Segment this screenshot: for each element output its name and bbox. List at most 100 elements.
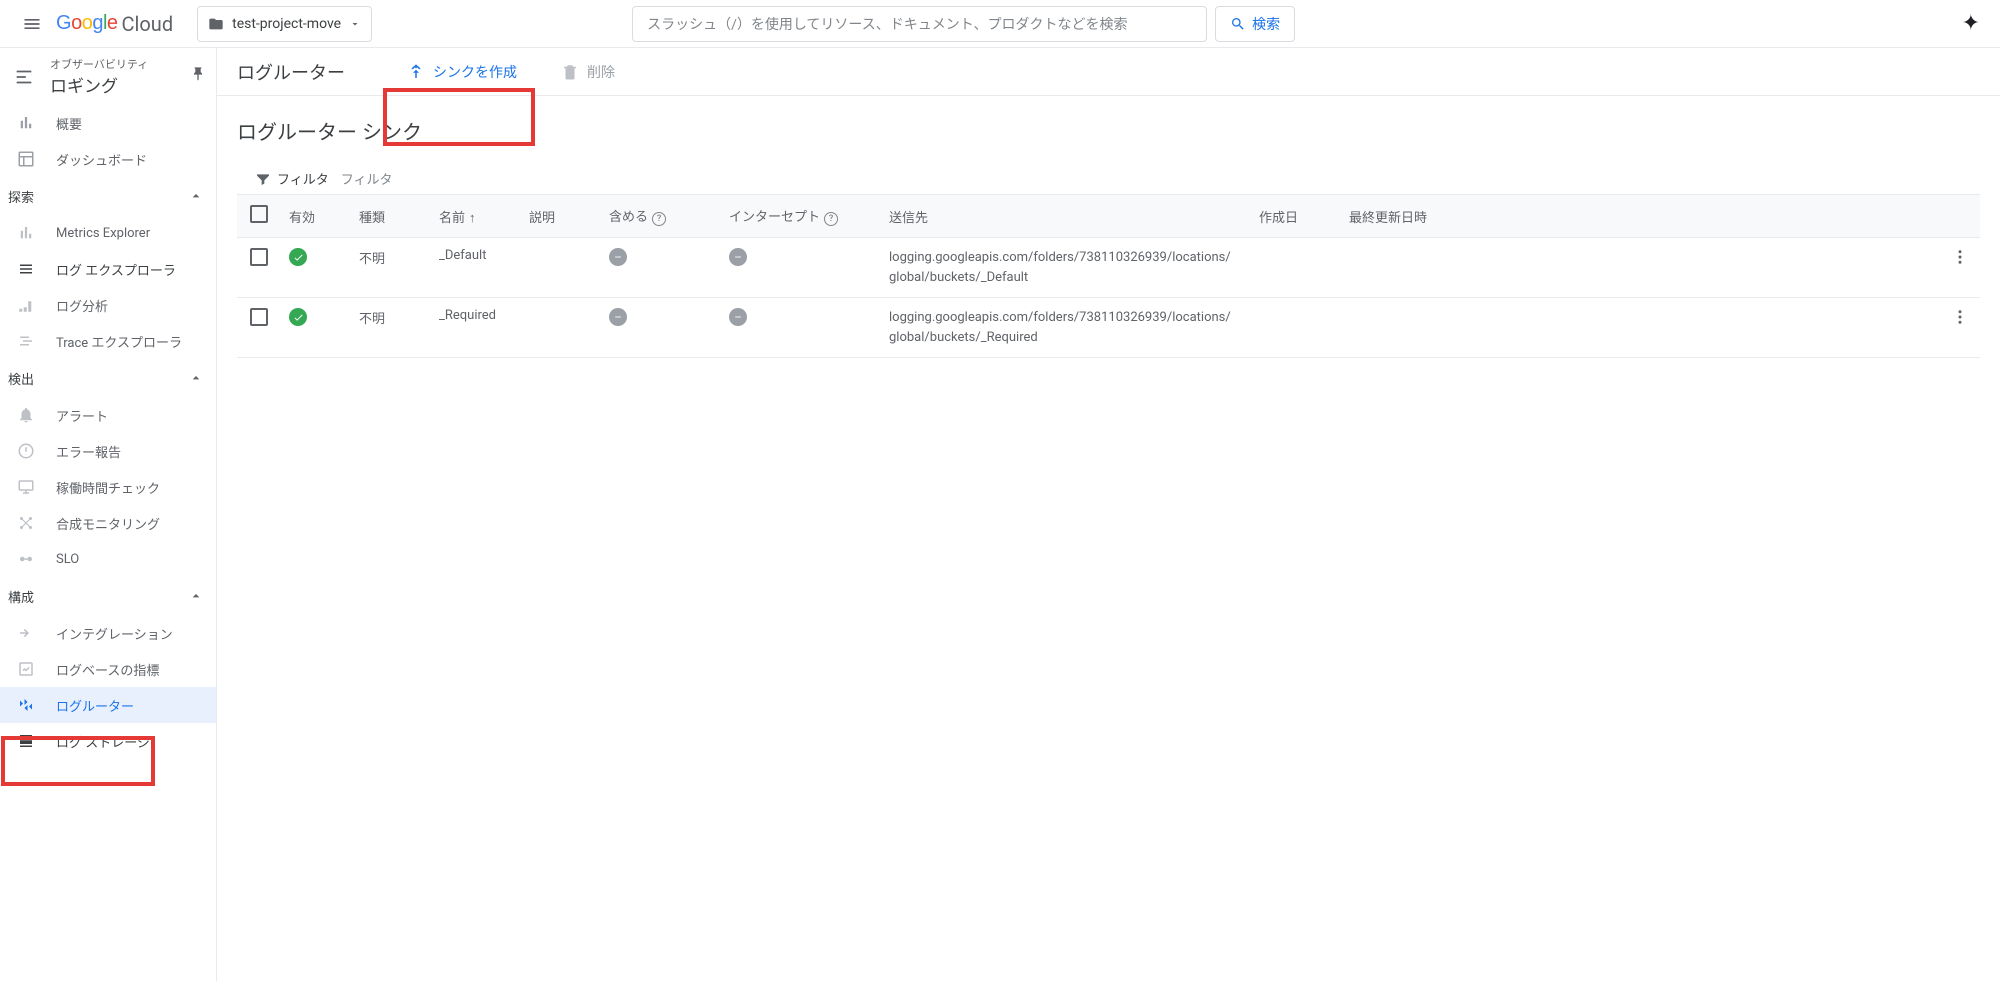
sidebar-item-uptime[interactable]: 稼働時間チェック — [0, 469, 216, 505]
col-type[interactable]: 種類 — [351, 195, 431, 238]
table-row: 不明 _Required logging.googleapis.com/fold… — [237, 298, 1980, 358]
page-title: ログルーター — [237, 59, 345, 85]
sidebar-item-label: 概要 — [56, 114, 82, 133]
help-icon[interactable]: ? — [824, 212, 838, 226]
cell-destination: logging.googleapis.com/folders/738110326… — [881, 298, 1251, 358]
filter-icon-label: フィルタ — [255, 169, 329, 188]
sidebar-item-label: エラー報告 — [56, 442, 121, 461]
sidebar-item-label: ログ分析 — [56, 296, 108, 315]
sidebar: オブザーバビリティ ロギング 概要 ダッシュボード 探索 Metrics Exp… — [0, 48, 217, 981]
col-created[interactable]: 作成日 — [1251, 195, 1341, 238]
monitor-icon — [16, 477, 36, 497]
cell-type: 不明 — [351, 298, 431, 358]
gemini-icon[interactable]: ✦ — [1962, 11, 1980, 36]
router-icon — [16, 695, 36, 715]
sidebar-header: オブザーバビリティ ロギング — [0, 48, 216, 105]
sidebar-group-explore[interactable]: 探索 — [0, 177, 216, 215]
sidebar-item-error-reporting[interactable]: エラー報告 — [0, 433, 216, 469]
cell-destination: logging.googleapis.com/folders/738110326… — [881, 238, 1251, 298]
delete-label: 削除 — [587, 62, 615, 82]
sidebar-item-label: Trace エクスプローラ — [56, 332, 182, 351]
sidebar-item-slo[interactable]: SLO — [0, 541, 216, 577]
sidebar-item-dashboard[interactable]: ダッシュボード — [0, 141, 216, 177]
table-row: 不明 _Default logging.googleapis.com/folde… — [237, 238, 1980, 298]
sidebar-item-label: SLO — [56, 552, 79, 567]
col-updated[interactable]: 最終更新日時 — [1341, 195, 1940, 238]
sidebar-item-label: ログルーター — [56, 696, 134, 715]
create-sink-button[interactable]: シンクを作成 — [397, 56, 527, 88]
sidebar-item-label: インテグレーション — [56, 624, 173, 643]
sidebar-item-logs-explorer[interactable]: ログ エクスプローラ — [0, 251, 216, 287]
search-button-label: 検索 — [1252, 14, 1280, 34]
sidebar-group-detect[interactable]: 検出 — [0, 359, 216, 397]
col-description[interactable]: 説明 — [521, 195, 601, 238]
pin-button[interactable] — [190, 66, 206, 86]
col-enabled[interactable]: 有効 — [281, 195, 351, 238]
sidebar-item-label: ログベースの指標 — [56, 660, 159, 679]
cell-type: 不明 — [351, 238, 431, 298]
delete-button: 削除 — [551, 56, 625, 88]
sidebar-item-label: 合成モニタリング — [56, 514, 160, 533]
sidebar-item-label: 稼働時間チェック — [56, 478, 160, 497]
help-icon[interactable]: ? — [652, 212, 666, 226]
dash-circle-icon — [609, 308, 627, 326]
select-all-checkbox[interactable] — [250, 205, 268, 223]
error-icon — [16, 441, 36, 461]
row-checkbox[interactable] — [250, 248, 268, 266]
sidebar-item-metrics-explorer[interactable]: Metrics Explorer — [0, 215, 216, 251]
slo-icon — [16, 549, 36, 569]
cell-name: _Required — [431, 298, 521, 358]
metrics-icon — [16, 659, 36, 679]
row-checkbox[interactable] — [250, 308, 268, 326]
sidebar-item-log-storage[interactable]: ログ ストレージ — [0, 723, 216, 759]
check-circle-icon — [289, 248, 307, 266]
check-circle-icon — [289, 308, 307, 326]
list-icon — [16, 259, 36, 279]
filter-bar[interactable]: フィルタ フィルタ — [237, 163, 1980, 195]
top-header: Google Cloud test-project-move スラッシュ（/）を… — [0, 0, 2000, 48]
sort-arrow-icon: ↑ — [469, 211, 476, 226]
filter-placeholder: フィルタ — [341, 169, 393, 188]
sidebar-item-trace-explorer[interactable]: Trace エクスプローラ — [0, 323, 216, 359]
sidebar-item-log-analytics[interactable]: ログ分析 — [0, 287, 216, 323]
dash-circle-icon — [729, 248, 747, 266]
sidebar-group-configure[interactable]: 構成 — [0, 577, 216, 615]
sidebar-item-overview[interactable]: 概要 — [0, 105, 216, 141]
sidebar-title: ロギング — [50, 72, 148, 97]
google-cloud-logo[interactable]: Google Cloud — [56, 12, 173, 36]
col-name[interactable]: 名前↑ — [431, 195, 521, 238]
hamburger-menu-button[interactable] — [8, 0, 56, 48]
sidebar-item-alerts[interactable]: アラート — [0, 397, 216, 433]
dash-circle-icon — [609, 248, 627, 266]
section-title: ログルーター シンク — [237, 116, 1980, 145]
cell-name: _Default — [431, 238, 521, 298]
trace-icon — [16, 331, 36, 351]
search-button[interactable]: 検索 — [1215, 6, 1295, 42]
sidebar-item-label: アラート — [56, 406, 108, 425]
project-name: test-project-move — [232, 16, 341, 32]
col-include[interactable]: 含める? — [601, 195, 721, 238]
sidebar-item-log-router[interactable]: ログルーター — [0, 687, 216, 723]
sinks-table: 有効 種類 名前↑ 説明 含める? インターセプト? 送信先 作成日 最終更新日… — [237, 195, 1980, 358]
logging-icon — [12, 65, 36, 89]
integration-icon — [16, 623, 36, 643]
analytics-icon — [16, 295, 36, 315]
bell-icon — [16, 405, 36, 425]
row-more-button[interactable] — [1940, 238, 1980, 298]
sidebar-item-label: ダッシュボード — [56, 150, 147, 169]
row-more-button[interactable] — [1940, 298, 1980, 358]
toolbar: ログルーター シンクを作成 削除 — [217, 48, 2000, 96]
project-selector[interactable]: test-project-move — [197, 6, 372, 42]
sidebar-item-integrations[interactable]: インテグレーション — [0, 615, 216, 651]
sidebar-item-label: ログ ストレージ — [56, 732, 150, 751]
storage-icon — [16, 731, 36, 751]
col-intercept[interactable]: インターセプト? — [721, 195, 881, 238]
bars-icon — [16, 223, 36, 243]
sidebar-item-synthetic[interactable]: 合成モニタリング — [0, 505, 216, 541]
col-destination[interactable]: 送信先 — [881, 195, 1251, 238]
search-input[interactable]: スラッシュ（/）を使用してリソース、ドキュメント、プロダクトなどを検索 — [632, 6, 1207, 42]
dash-circle-icon — [729, 308, 747, 326]
sidebar-item-log-metrics[interactable]: ログベースの指標 — [0, 651, 216, 687]
sidebar-subtitle: オブザーバビリティ — [50, 56, 148, 72]
google-logo-text: Google — [56, 12, 118, 35]
